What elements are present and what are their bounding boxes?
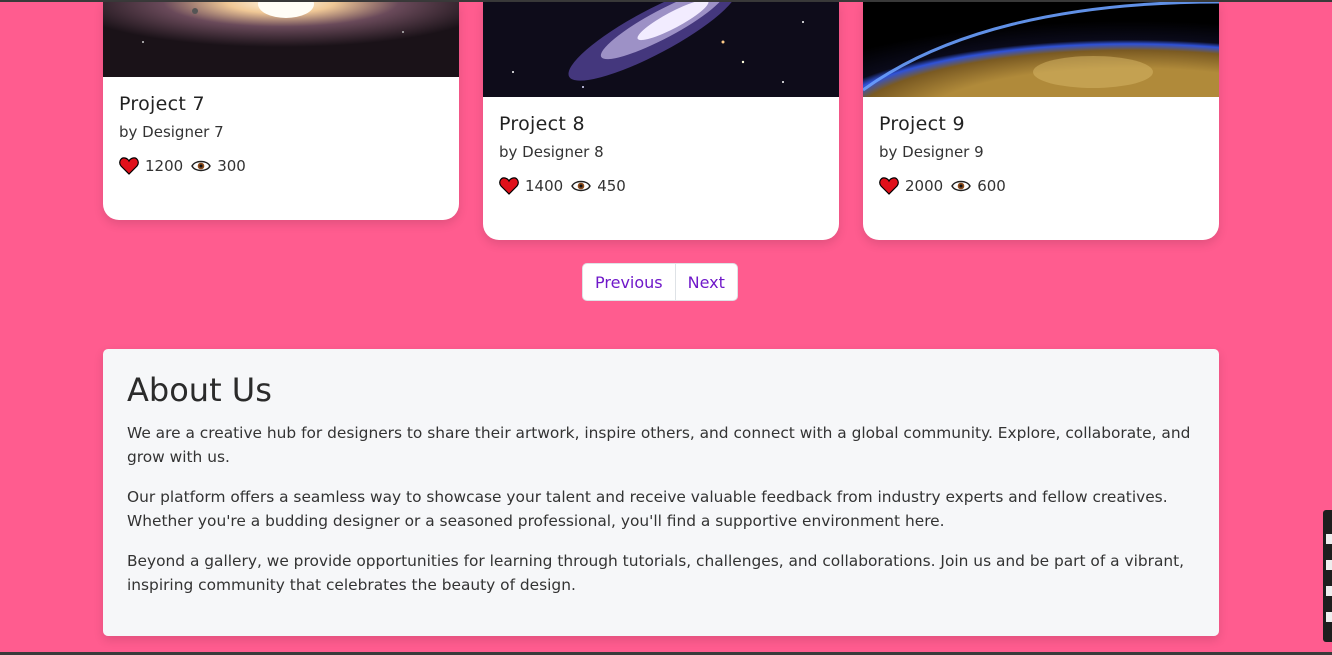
project-card-9[interactable]: Project 9 by Designer 9 2000 600 [863, 2, 1219, 240]
view-count: 300 [191, 157, 246, 175]
project-card-7[interactable]: Project 7 by Designer 7 1200 300 [103, 2, 459, 220]
view-count-value: 450 [597, 177, 626, 195]
about-paragraph: Our platform offers a seamless way to sh… [127, 488, 1168, 530]
eye-icon [951, 180, 971, 192]
view-count-value: 600 [977, 177, 1006, 195]
project-designer: by Designer 8 [499, 143, 604, 161]
view-count: 600 [951, 177, 1006, 195]
project-designer: by Designer 9 [879, 143, 984, 161]
like-count-value: 2000 [905, 177, 944, 195]
like-count: 1200 [119, 157, 183, 175]
next-page-button[interactable]: Next [674, 264, 737, 300]
view-count-value: 300 [217, 157, 246, 175]
project-7-image [103, 2, 459, 77]
previous-page-button[interactable]: Previous [583, 264, 675, 300]
project-card-8[interactable]: Project 8 by Designer 8 1400 450 [483, 2, 839, 240]
heart-icon [499, 177, 519, 195]
view-count: 450 [571, 177, 626, 195]
heart-icon [879, 177, 899, 195]
pagination: Previous Next [582, 263, 738, 301]
about-title: About Us [127, 371, 272, 409]
side-toolbar[interactable] [1323, 510, 1332, 642]
about-section: About Us We are a creative hub for desig… [103, 349, 1219, 636]
project-title: Project 7 [119, 93, 205, 115]
eye-icon [571, 180, 591, 192]
project-title: Project 9 [879, 113, 965, 135]
about-paragraph: Beyond a gallery, we provide opportuniti… [127, 552, 1185, 594]
project-9-image [863, 2, 1219, 97]
eye-icon [191, 160, 211, 172]
toolbar-icon[interactable] [1326, 534, 1332, 544]
like-count-value: 1200 [145, 157, 184, 175]
about-paragraph: We are a creative hub for designers to s… [127, 424, 1191, 466]
heart-icon [119, 157, 139, 175]
toolbar-icon[interactable] [1326, 612, 1332, 622]
project-8-image [483, 2, 839, 97]
project-designer: by Designer 7 [119, 123, 224, 141]
toolbar-icon[interactable] [1326, 560, 1332, 570]
like-count: 1400 [499, 177, 563, 195]
toolbar-icon[interactable] [1326, 586, 1332, 596]
project-title: Project 8 [499, 113, 585, 135]
like-count: 2000 [879, 177, 943, 195]
like-count-value: 1400 [525, 177, 564, 195]
